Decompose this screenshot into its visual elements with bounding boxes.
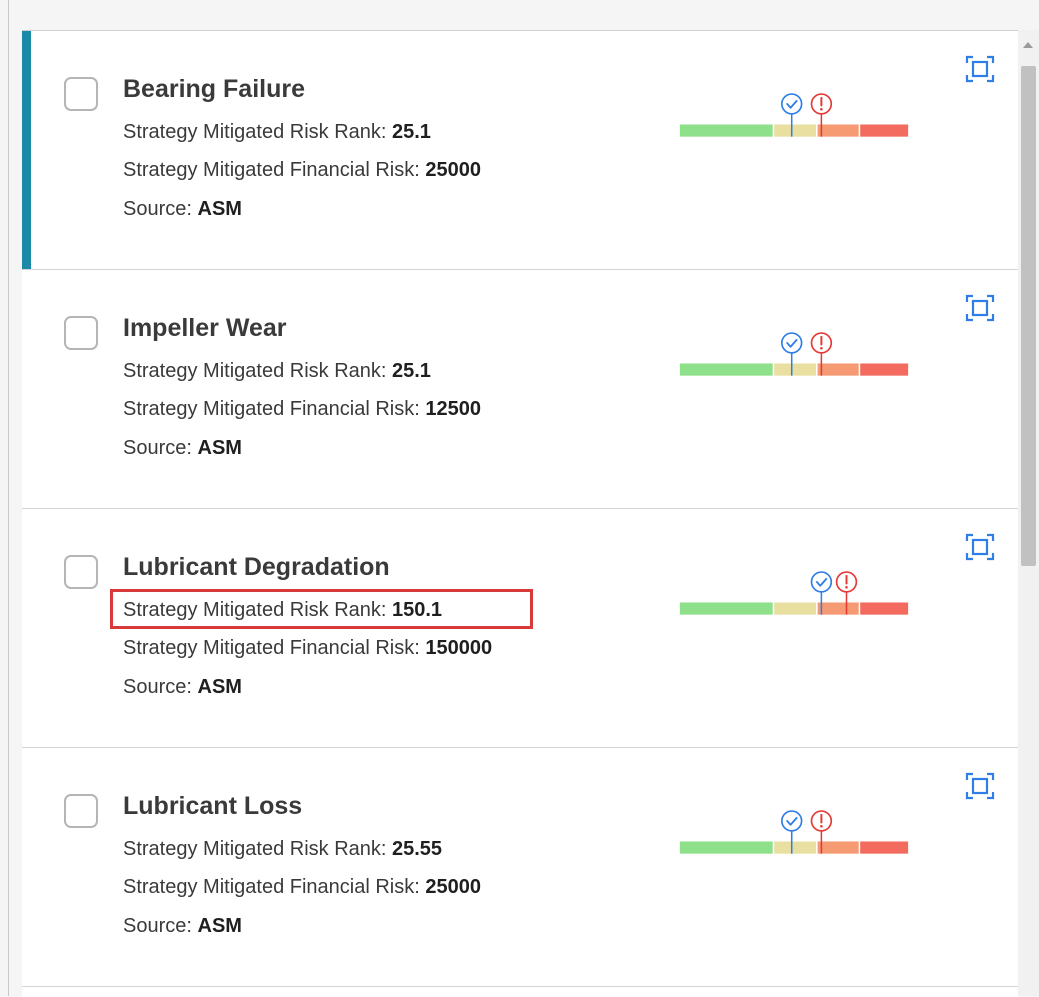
source-value: ASM [197,915,242,937]
card-title: Lubricant Degradation [123,553,390,581]
card-title: Lubricant Loss [123,792,303,820]
source-label: Source: [123,676,192,698]
source-row: Source: ASM [123,915,242,938]
risk-matrix-bar [679,571,909,615]
alert-circle-icon-dot [845,585,848,589]
alert-circle-icon-dot [820,107,823,111]
risk-matrix-bar [679,93,909,137]
source-label: Source: [123,437,192,459]
expand-icon[interactable] [963,770,997,802]
risk-matrix-bar [679,810,909,854]
expand-icon-square [971,777,989,795]
card-checkbox[interactable] [64,794,98,828]
risk-segment-low [679,363,773,376]
failure-mode-list: Bearing Failure Strategy Mitigated Risk … [22,30,1018,997]
expand-icon-square [971,538,989,556]
source-row: Source: ASM [123,437,242,460]
risk-rank-label: Strategy Mitigated Risk Rank: [123,838,387,860]
risk-rank-row: Strategy Mitigated Risk Rank: 150.1 [123,599,442,622]
financial-risk-label: Strategy Mitigated Financial Risk: [123,159,420,181]
risk-segment-medium [774,124,817,137]
left-edge-border [8,0,9,996]
risk-segment-medium [774,602,817,615]
failure-mode-card[interactable]: Lubricant Degradation Strategy Mitigated… [22,509,1018,748]
financial-risk-label: Strategy Mitigated Financial Risk: [123,876,420,898]
risk-segment-critical [860,602,909,615]
financial-risk-row: Strategy Mitigated Financial Risk: 25000 [123,876,481,899]
scroll-up-arrow-icon[interactable] [1023,42,1033,48]
risk-matrix-bar [679,332,909,376]
risk-segment-low [679,602,773,615]
risk-segment-low [679,841,773,854]
risk-rank-value: 25.55 [392,838,443,860]
risk-rank-value: 25.1 [392,360,431,382]
failure-mode-card[interactable]: Bearing Failure Strategy Mitigated Risk … [22,31,1018,270]
card-checkbox[interactable] [64,77,98,111]
scrollbar[interactable] [1018,30,1039,996]
risk-segment-high [817,124,859,137]
failure-mode-card[interactable]: Impeller Wear Strategy Mitigated Risk Ra… [22,270,1018,509]
risk-segment-medium [774,363,817,376]
card-checkbox[interactable] [64,316,98,350]
mitigated-marker-circle [780,332,803,354]
risk-rank-label: Strategy Mitigated Risk Rank: [123,599,387,621]
financial-risk-row: Strategy Mitigated Financial Risk: 15000… [123,637,492,660]
risk-rank-row: Strategy Mitigated Risk Rank: 25.1 [123,360,431,383]
source-label: Source: [123,198,192,220]
alert-circle-icon-dot [820,346,823,350]
financial-risk-value: 25000 [425,159,481,181]
source-row: Source: ASM [123,198,242,221]
scrollbar-thumb[interactable] [1021,66,1036,566]
expand-icon-square [971,299,989,317]
risk-segment-high [817,363,859,376]
source-value: ASM [197,676,242,698]
risk-segment-critical [860,124,909,137]
top-strip [0,0,1039,30]
source-value: ASM [197,198,242,220]
card-title: Impeller Wear [123,314,287,342]
risk-segment-critical [860,363,909,376]
risk-segment-medium [774,841,817,854]
financial-risk-value: 12500 [425,398,481,420]
risk-rank-label: Strategy Mitigated Risk Rank: [123,121,387,143]
expand-icon[interactable] [963,53,997,85]
financial-risk-row: Strategy Mitigated Financial Risk: 12500 [123,398,481,421]
financial-risk-value: 150000 [425,637,493,659]
financial-risk-label: Strategy Mitigated Financial Risk: [123,398,420,420]
failure-mode-card[interactable]: Lubricant Loss Strategy Mitigated Risk R… [22,748,1018,987]
risk-segment-high [817,602,859,615]
financial-risk-row: Strategy Mitigated Financial Risk: 25000 [123,159,481,182]
card-title: Bearing Failure [123,75,305,103]
risk-rank-value: 25.1 [392,121,431,143]
risk-segment-critical [860,841,909,854]
source-label: Source: [123,915,192,937]
risk-rank-value: 150.1 [392,599,443,621]
source-row: Source: ASM [123,676,242,699]
risk-segment-low [679,124,773,137]
financial-risk-value: 25000 [425,876,481,898]
risk-segment-high [817,841,859,854]
mitigated-marker-circle [810,571,833,593]
expand-icon[interactable] [963,531,997,563]
financial-risk-label: Strategy Mitigated Financial Risk: [123,637,420,659]
mitigated-marker-circle [780,93,803,115]
risk-rank-row: Strategy Mitigated Risk Rank: 25.55 [123,838,442,861]
alert-circle-icon-dot [820,824,823,828]
source-value: ASM [197,437,242,459]
expand-icon[interactable] [963,292,997,324]
risk-rank-row: Strategy Mitigated Risk Rank: 25.1 [123,121,431,144]
card-checkbox[interactable] [64,555,98,589]
risk-rank-label: Strategy Mitigated Risk Rank: [123,360,387,382]
expand-icon-square [971,60,989,78]
mitigated-marker-circle [780,810,803,832]
